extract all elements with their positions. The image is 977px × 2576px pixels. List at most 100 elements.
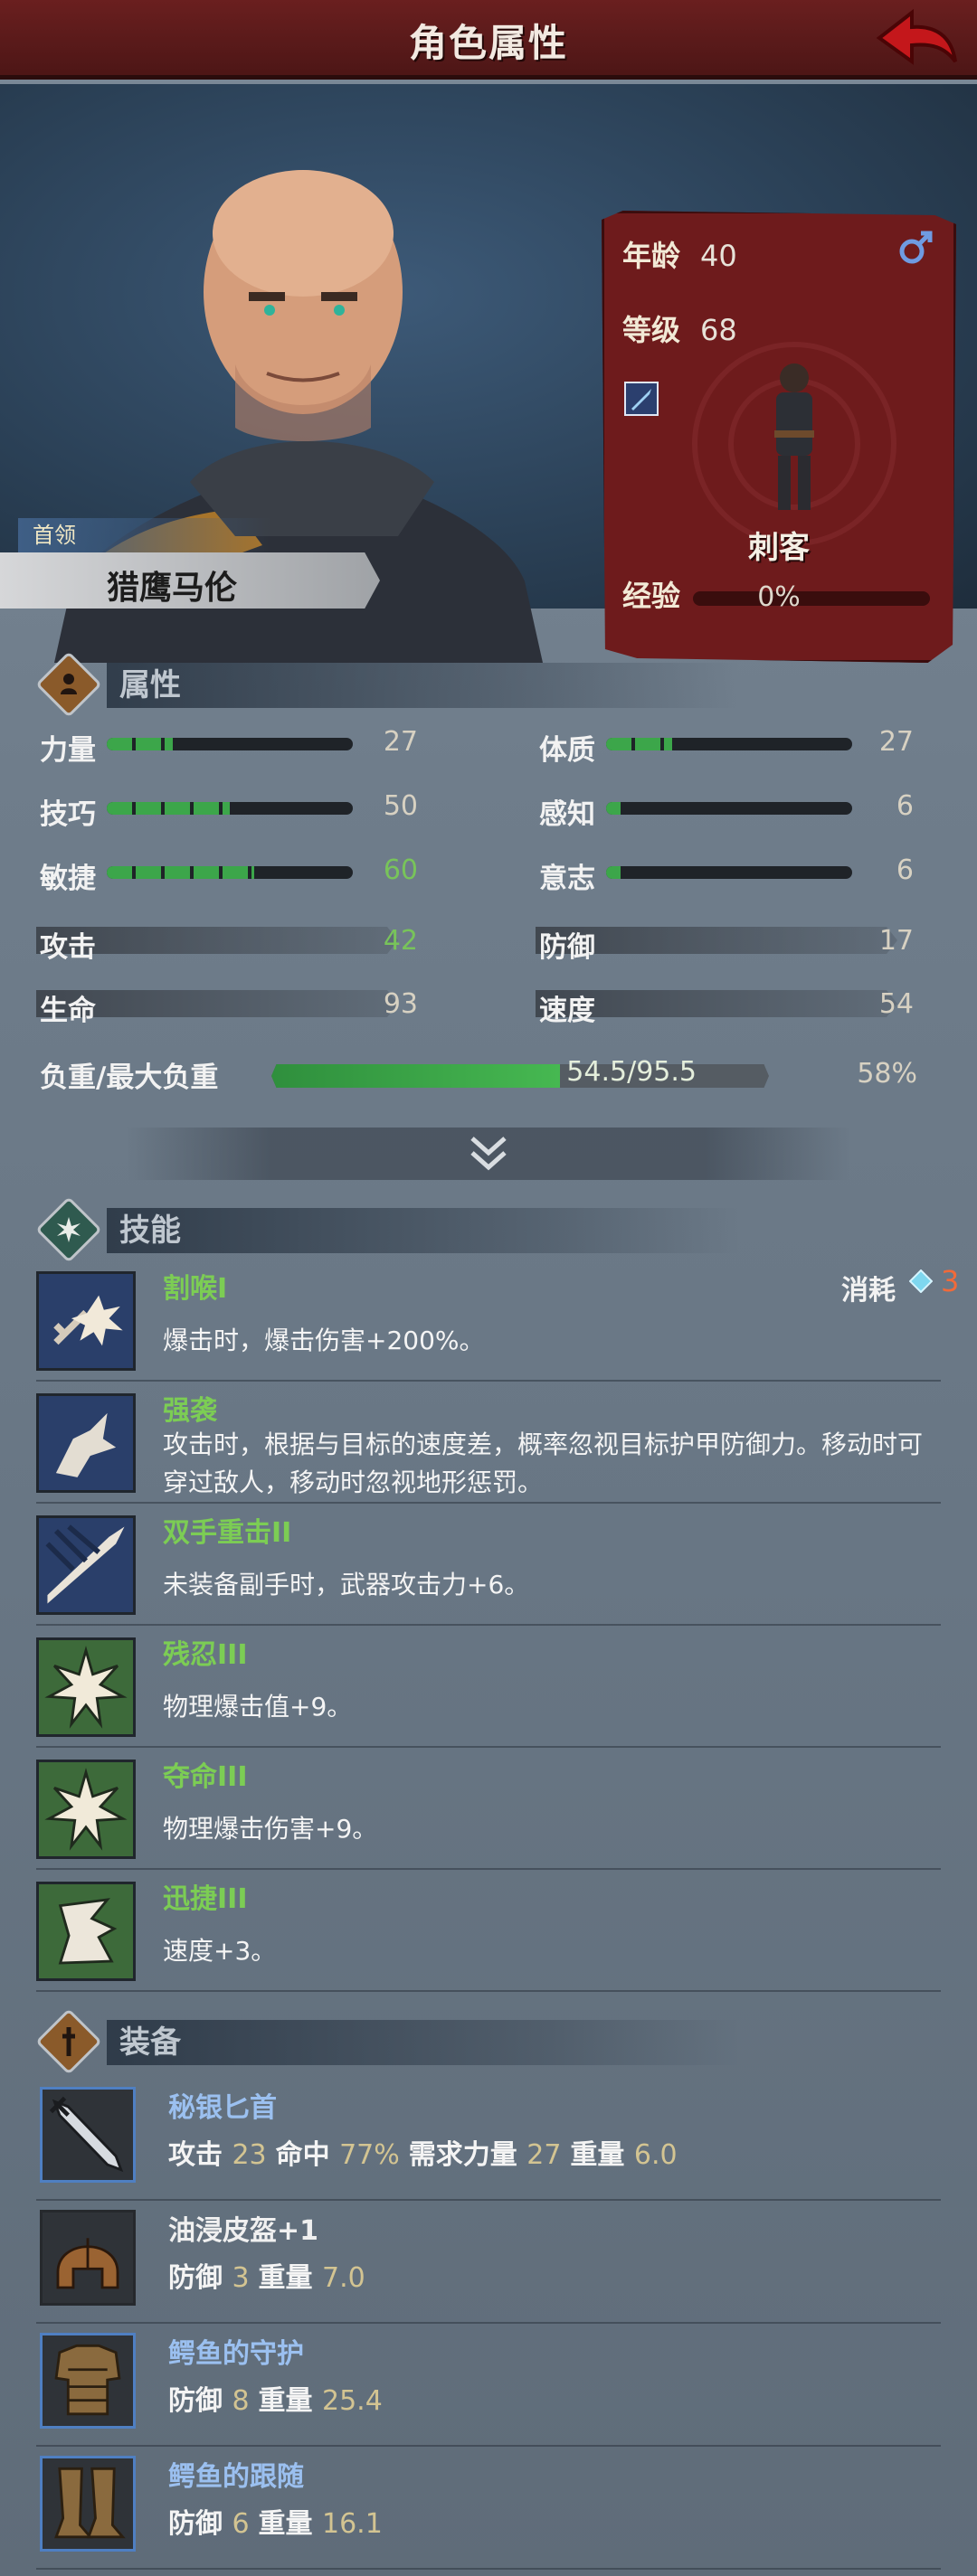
stat-bar-str	[107, 738, 353, 750]
stat-bar-will-fill	[606, 866, 621, 879]
charge-icon	[36, 1393, 136, 1493]
stat-value-skill: 50	[383, 790, 418, 822]
stat-bar-skill	[107, 802, 353, 815]
equipment-stats: 防御 6 重量 16.1	[168, 2508, 383, 2540]
defense-label: 防御	[539, 931, 595, 964]
stat-value-str: 27	[383, 726, 418, 758]
stat-bar-agi	[107, 866, 353, 879]
back-arrow-icon[interactable]	[872, 7, 959, 72]
male-icon	[899, 231, 933, 264]
skill-row[interactable]: 双手重击II 未装备副手时，武器攻击力+6。	[36, 1510, 941, 1626]
skill-row[interactable]: 残忍III 物理爆击值+9。	[36, 1632, 941, 1748]
skill-desc: 攻击时，根据与目标的速度差，概率忽视目标护甲防御力。移动时可穿过敌人，移动时忽视…	[163, 1430, 924, 1497]
equipment-row[interactable]: 油浸皮盔+1 防御 3 重量 7.0	[36, 2201, 941, 2324]
skill-row[interactable]: 迅捷III 速度+3。	[36, 1876, 941, 1992]
skill-row[interactable]: 割喉I 爆击时，爆击伤害+200%。	[36, 1266, 941, 1382]
attack-value: 42	[383, 925, 418, 957]
load-value: 54.5/95.5	[566, 1056, 697, 1088]
expand-toggle[interactable]	[127, 1128, 850, 1180]
stat-bar-agi-fill	[107, 866, 255, 879]
skills-header: 技能	[35, 1196, 941, 1263]
skill-name: 强袭	[163, 1395, 217, 1427]
person-icon	[61, 674, 77, 694]
equipment-name: 鳄鱼的守护	[168, 2338, 304, 2370]
skill-row[interactable]: 强袭 攻击时，根据与目标的速度差，概率忽视目标护甲防御力。移动时可穿过敌人，移动…	[36, 1388, 941, 1504]
equipment-name: 秘银匕首	[168, 2092, 277, 2124]
dagger-icon	[62, 2027, 75, 2056]
info-card: 年龄 40 等级 68 刺客 经验 0%	[602, 211, 956, 663]
equipment-row[interactable]: 秘银匕首 攻击 23 命中 77% 需求力量 27 重量 6.0	[36, 2078, 941, 2201]
stat-label-con: 体质	[539, 734, 595, 767]
equipment-name: 鳄鱼的跟随	[168, 2461, 304, 2493]
equipment-title: 装备	[107, 2020, 740, 2065]
load-percent: 58%	[857, 1058, 917, 1090]
title-bar: 角色属性	[0, 0, 977, 80]
age-value: 40	[700, 239, 737, 273]
equipment-header: 装备	[35, 2008, 941, 2075]
dagger-item-icon	[40, 2087, 136, 2183]
burst-icon	[36, 1760, 136, 1859]
load-label: 负重/最大负重	[40, 1062, 219, 1094]
attributes-header: 属性	[35, 651, 941, 718]
stat-label-skill: 技巧	[40, 798, 96, 831]
skill-desc: 速度+3。	[163, 1936, 277, 1966]
stat-label-per: 感知	[539, 798, 595, 831]
stat-bar-con	[606, 738, 852, 750]
cost-value: 3	[941, 1264, 960, 1298]
stat-bar-per-fill	[606, 802, 621, 815]
stat-bar-str-fill	[107, 738, 174, 750]
skill-desc: 未装备副手时，武器攻击力+6。	[163, 1570, 530, 1599]
skill-name: 迅捷III	[163, 1883, 248, 1915]
stat-bar-skill-fill	[107, 802, 230, 815]
age-row: 年龄 40	[622, 233, 737, 275]
hero-panel: 首领 猎鹰马伦 年龄 40 等级 68 刺客 经验 0%	[0, 84, 977, 663]
speed-label: 速度	[539, 995, 595, 1027]
hero-name: 猎鹰马伦	[107, 570, 238, 607]
equipment-stats: 攻击 23 命中 77% 需求力量 27 重量 6.0	[168, 2139, 678, 2171]
equipment-row[interactable]: 鳄鱼的守护 防御 8 重量 25.4	[36, 2324, 941, 2447]
skills-title: 技能	[107, 1208, 740, 1253]
stat-bar-per	[606, 802, 852, 815]
stat-label-agi: 敏捷	[40, 863, 96, 895]
equipment-stats: 防御 8 重量 25.4	[168, 2385, 383, 2417]
stat-label-str: 力量	[40, 734, 96, 767]
equipment-name: 油浸皮盔+1	[168, 2215, 319, 2247]
attack-label: 攻击	[40, 931, 96, 964]
stat-label-will: 意志	[539, 863, 595, 895]
attributes-title: 属性	[107, 663, 740, 708]
skill-desc: 物理爆击值+9。	[163, 1692, 353, 1722]
dagger-class-icon	[624, 382, 659, 416]
stat-value-con: 27	[878, 726, 914, 758]
burst-icon	[36, 1637, 136, 1737]
rank-tag: 首领	[18, 518, 271, 552]
star-icon	[57, 1217, 81, 1242]
chevron-down-icon	[470, 1137, 507, 1171]
equipment-row[interactable]: 鳄鱼的跟随 防御 6 重量 16.1	[36, 2447, 941, 2570]
skill-desc: 爆击时，爆击伤害+200%。	[163, 1326, 485, 1355]
stat-value-per: 6	[896, 790, 914, 822]
level-label: 等级	[622, 313, 681, 347]
boot-icon	[36, 1882, 136, 1981]
hp-value: 93	[383, 988, 418, 1020]
defense-value: 17	[878, 925, 914, 957]
hp-label: 生命	[40, 995, 96, 1027]
name-plate: 猎鹰马伦	[0, 552, 380, 609]
slash-burst-icon	[36, 1271, 136, 1371]
skill-name: 残忍III	[163, 1639, 248, 1671]
stat-value-will: 6	[896, 854, 914, 886]
heavy-strike-icon	[36, 1515, 136, 1615]
skill-name: 夺命III	[163, 1761, 248, 1793]
boots-icon	[40, 2456, 136, 2552]
age-label: 年龄	[622, 239, 681, 273]
exp-value: 0%	[757, 581, 801, 613]
skill-desc: 物理爆击伤害+9。	[163, 1814, 378, 1844]
skill-row[interactable]: 夺命III 物理爆击伤害+9。	[36, 1754, 941, 1870]
skill-name: 双手重击II	[163, 1517, 292, 1549]
helmet-icon	[40, 2210, 136, 2306]
stat-value-agi: 60	[383, 854, 418, 886]
stat-bar-will	[606, 866, 852, 879]
equipment-stats: 防御 3 重量 7.0	[168, 2262, 365, 2294]
skill-name: 割喉I	[163, 1273, 228, 1305]
page-title: 角色属性	[408, 21, 568, 65]
stat-bar-con-fill	[606, 738, 673, 750]
